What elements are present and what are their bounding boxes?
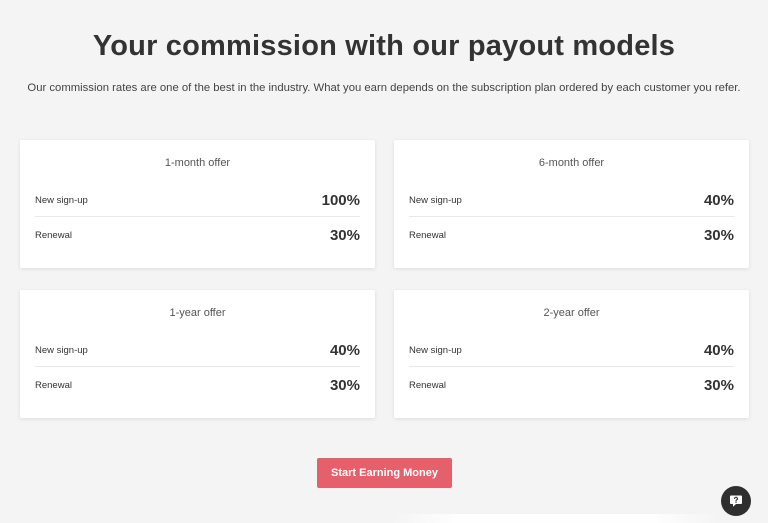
renewal-row: Renewal 30% — [35, 371, 360, 399]
new-signup-row: New sign-up 100% — [35, 184, 360, 217]
new-signup-row: New sign-up 40% — [409, 184, 734, 217]
renewal-rate: 30% — [703, 226, 734, 244]
offer-card-title: 2-year offer — [543, 307, 600, 319]
new-signup-label: New sign-up — [35, 194, 88, 206]
renewal-label: Renewal — [35, 379, 72, 391]
renewal-rate: 30% — [703, 376, 734, 394]
start-earning-money-button[interactable]: Start Earning Money — [317, 458, 452, 488]
new-signup-row: New sign-up 40% — [409, 334, 734, 367]
offer-card-1-year: 1-year offer New sign-up 40% Renewal 30% — [20, 290, 375, 418]
new-signup-label: New sign-up — [409, 344, 462, 356]
offer-card-6-month: 6-month offer New sign-up 40% Renewal 30… — [394, 140, 749, 268]
offer-card-title: 1-month offer — [164, 157, 231, 169]
chat-help-button[interactable] — [721, 486, 751, 516]
offer-card-title: 1-year offer — [169, 307, 226, 319]
renewal-rate: 30% — [329, 226, 360, 244]
new-signup-row: New sign-up 40% — [35, 334, 360, 367]
renewal-label: Renewal — [35, 229, 72, 241]
page-title: Your commission with our payout models — [92, 30, 676, 62]
new-signup-rate: 40% — [703, 341, 734, 359]
chat-help-icon — [729, 494, 743, 508]
renewal-rate: 30% — [329, 376, 360, 394]
new-signup-rate: 40% — [703, 191, 734, 209]
renewal-row: Renewal 30% — [409, 221, 734, 249]
bottom-fade — [390, 514, 720, 523]
renewal-row: Renewal 30% — [409, 371, 734, 399]
intro-text: Our commission rates are one of the best… — [27, 82, 741, 94]
offer-card-title: 6-month offer — [538, 157, 605, 169]
renewal-label: Renewal — [409, 379, 446, 391]
new-signup-rate: 40% — [329, 341, 360, 359]
new-signup-rate: 100% — [321, 191, 360, 209]
renewal-row: Renewal 30% — [35, 221, 360, 249]
new-signup-label: New sign-up — [409, 194, 462, 206]
new-signup-label: New sign-up — [35, 344, 88, 356]
renewal-label: Renewal — [409, 229, 446, 241]
offer-card-1-month: 1-month offer New sign-up 100% Renewal 3… — [20, 140, 375, 268]
offer-card-2-year: 2-year offer New sign-up 40% Renewal 30% — [394, 290, 749, 418]
